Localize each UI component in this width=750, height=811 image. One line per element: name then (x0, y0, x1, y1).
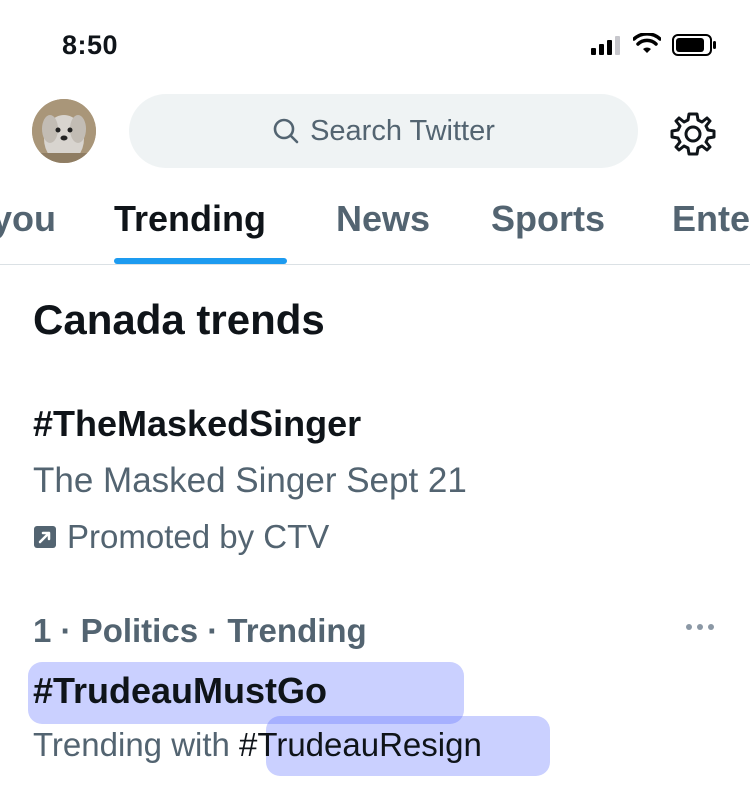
cellular-signal-icon (591, 36, 620, 55)
settings-gear-icon[interactable] (670, 111, 716, 157)
search-placeholder: Search Twitter (310, 114, 495, 147)
tab-trending[interactable]: Trending (114, 198, 266, 240)
avatar[interactable] (32, 99, 96, 163)
dog-avatar-icon (32, 99, 96, 163)
search-icon (273, 118, 299, 144)
related-hashtag[interactable]: #TrudeauResign (239, 726, 482, 763)
more-options-icon[interactable] (684, 622, 716, 632)
tab-for-you[interactable]: you (0, 198, 56, 240)
page-title: Canada trends (33, 296, 325, 343)
tabs-divider (0, 264, 750, 265)
promoted-by-label: Promoted by CTV (33, 518, 329, 556)
promoted-by-text: Promoted by CTV (67, 518, 330, 555)
tab-entertainment[interactable]: Ente (672, 198, 750, 240)
tab-sports[interactable]: Sports (491, 198, 605, 240)
trend-hashtag[interactable]: #TrudeauMustGo (33, 670, 327, 712)
promoted-trend-description: The Masked Singer Sept 21 (33, 461, 467, 500)
wifi-icon (633, 33, 661, 53)
trend-context: Trending with #TrudeauResign (33, 726, 482, 764)
search-bar[interactable]: Search Twitter (129, 94, 638, 168)
battery-icon (672, 34, 716, 56)
trend-context-prefix: Trending with (33, 726, 230, 763)
tab-news[interactable]: News (336, 198, 430, 240)
promoted-icon (34, 526, 56, 548)
promoted-trend-hashtag[interactable]: #TheMaskedSinger (33, 403, 361, 445)
explore-tabs: you Trending News Sports Ente (0, 190, 750, 264)
trend-meta: 1 · Politics · Trending (33, 612, 367, 649)
status-time: 8:50 (62, 30, 119, 60)
